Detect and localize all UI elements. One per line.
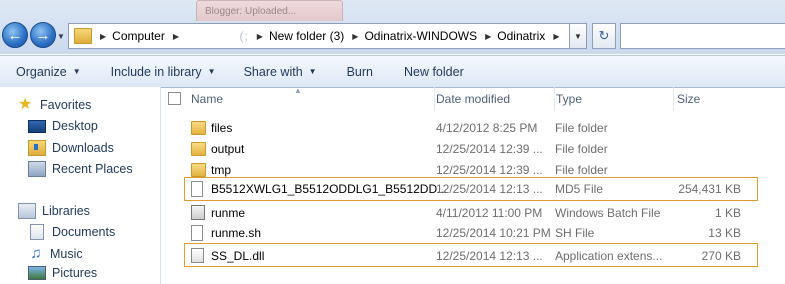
breadcrumb-label: Computer (112, 29, 165, 43)
breadcrumb-odinatrix[interactable]: Odinatrix ▶ (497, 29, 565, 43)
breadcrumb-label: New folder (3) (268, 29, 345, 43)
breadcrumb-label: Odinatrix (497, 29, 546, 43)
share-with-button[interactable]: Share with ▼ (244, 65, 317, 79)
highlight-box-md5-row (184, 177, 758, 201)
column-header-name[interactable]: Name (186, 87, 435, 111)
address-field[interactable]: ▶ Computer ▶ (; ▶ New folder (3) ▶ Odinatri… (68, 23, 570, 49)
desktop-icon (28, 119, 46, 133)
star-icon: ★ (18, 96, 33, 113)
file-size: 1 KB (714, 205, 741, 220)
address-history-chevron-down-icon[interactable]: ▼ (570, 23, 587, 49)
breadcrumb-computer[interactable]: Computer ▶ (112, 29, 185, 43)
search-input[interactable] (620, 23, 785, 49)
column-header-type[interactable]: Type (551, 87, 674, 111)
file-date: 4/11/2012 11:00 PM (436, 205, 543, 220)
new-folder-label: New folder (403, 64, 464, 79)
nav-label: Recent Places (52, 162, 133, 176)
nav-music[interactable]: ♫ Music (28, 245, 83, 262)
file-size (661, 117, 741, 138)
nav-label: Libraries (42, 204, 90, 218)
select-all-checkbox[interactable] (168, 92, 181, 105)
back-button[interactable]: ← (2, 22, 28, 48)
nav-libraries[interactable]: Libraries (18, 203, 90, 219)
nav-label: Downloads (52, 141, 114, 155)
nav-pictures[interactable]: Pictures (28, 266, 97, 280)
nav-recent-places[interactable]: Recent Places (28, 161, 133, 177)
file-name: runme.sh (211, 225, 262, 240)
column-header-label: Name (191, 92, 224, 106)
breadcrumb-odinatrix-windows[interactable]: Odinatrix-WINDOWS ▶ (364, 29, 497, 43)
chevron-down-icon: ▼ (308, 67, 317, 76)
file-row[interactable]: runme.sh 12/25/2014 10:21 PM SH File 13 … (161, 222, 785, 243)
music-note-icon: ♫ (30, 245, 42, 262)
libraries-icon (18, 203, 36, 219)
folder-icon (191, 121, 206, 135)
nav-label: Favorites (40, 98, 92, 112)
highlight-box-dll-row (184, 243, 758, 267)
column-header-label: Type (556, 92, 583, 106)
breadcrumb-label: Odinatrix-WINDOWS (364, 29, 478, 43)
file-name: output (211, 141, 245, 156)
burn-label: Burn (346, 64, 373, 79)
folder-icon (74, 28, 92, 44)
command-toolbar: Organize ▼ Include in library ▼ Share with… (0, 55, 785, 88)
arrow-right-icon: → (35, 26, 51, 44)
file-type: File folder (555, 141, 608, 156)
nav-label: Pictures (52, 266, 98, 280)
breadcrumb-separator-icon[interactable]: ▶ (92, 32, 112, 41)
file-name: runme (211, 205, 246, 220)
refresh-button[interactable]: ↻ (592, 23, 616, 49)
background-browser-tab: Blogger: Uploaded... (196, 0, 343, 21)
organize-label: Organize (16, 64, 67, 79)
folder-icon (191, 142, 206, 156)
column-header-label: Date modified (436, 92, 511, 106)
file-row[interactable]: runme 4/11/2012 11:00 PM Windows Batch F… (161, 202, 785, 223)
breadcrumb-label: (; (185, 29, 249, 43)
organize-button[interactable]: Organize ▼ (16, 65, 81, 79)
recent-locations-chevron-down-icon[interactable]: ▼ (57, 32, 65, 41)
breadcrumb-new-folder-3[interactable]: New folder (3) ▶ (269, 29, 365, 43)
documents-icon (30, 224, 44, 240)
pictures-icon (28, 266, 46, 280)
chevron-down-icon: ▼ (72, 67, 81, 76)
new-folder-button[interactable]: New folder (404, 65, 464, 79)
file-icon (191, 225, 203, 241)
refresh-icon: ↻ (598, 28, 610, 43)
nav-label: Music (50, 246, 83, 261)
nav-label: Desktop (52, 119, 98, 133)
column-header-label: Size (677, 92, 701, 106)
downloads-folder-icon (28, 140, 46, 156)
file-type: SH File (555, 225, 595, 240)
file-row[interactable]: files 4/12/2012 8:25 PM File folder (161, 117, 785, 138)
nav-documents[interactable]: Documents (30, 224, 115, 240)
file-type: File folder (555, 120, 608, 135)
file-size: 13 KB (708, 225, 741, 240)
nav-desktop[interactable]: Desktop (28, 119, 98, 133)
file-row[interactable]: output 12/25/2014 12:39 ... File folder (161, 138, 785, 159)
batch-file-icon (191, 205, 205, 220)
nav-downloads[interactable]: Downloads (28, 140, 114, 156)
include-in-library-label: Include in library (110, 64, 202, 79)
column-header-date-modified[interactable]: Date modified (431, 87, 555, 111)
file-name: files (211, 120, 233, 135)
file-date: 4/12/2012 8:25 PM (436, 120, 538, 135)
chevron-down-icon: ▼ (207, 67, 216, 76)
nav-favorites[interactable]: ★ Favorites (18, 97, 91, 113)
burn-button[interactable]: Burn (347, 65, 373, 79)
address-bar-area: Blogger: Uploaded... ← → ▼ ▶ Computer ▶ (… (0, 0, 785, 54)
arrow-left-icon: ← (7, 26, 23, 44)
file-size (661, 138, 741, 159)
file-date: 12/25/2014 12:39 ... (436, 141, 543, 156)
forward-button[interactable]: → (30, 22, 56, 48)
breadcrumb-user[interactable]: (; ▶ (185, 29, 269, 43)
share-with-label: Share with (243, 64, 303, 79)
column-header-size[interactable]: Size (672, 87, 785, 111)
folder-icon (191, 163, 206, 177)
file-date: 12/25/2014 10:21 PM (436, 225, 551, 240)
recent-places-icon (28, 161, 46, 177)
file-type: Windows Batch File (555, 205, 661, 220)
nav-label: Documents (52, 225, 116, 239)
include-in-library-button[interactable]: Include in library ▼ (111, 65, 216, 79)
